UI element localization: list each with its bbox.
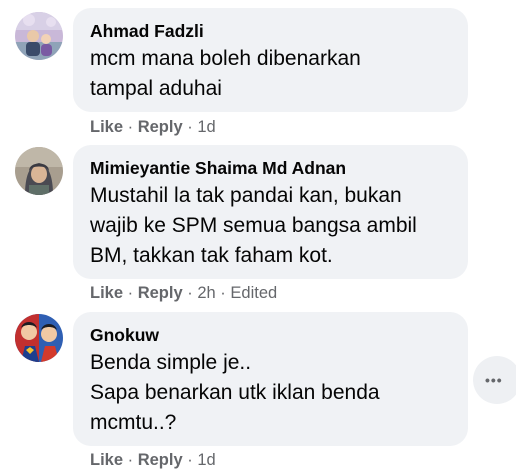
- edited-label[interactable]: Edited: [230, 284, 277, 302]
- more-horizontal-icon: •••: [485, 372, 503, 388]
- comment-text: mcm mana boleh dibenarkan tampal aduhai: [90, 47, 361, 100]
- like-button[interactable]: Like: [90, 451, 123, 469]
- comment-author-name[interactable]: Gnokuw: [90, 324, 452, 346]
- comment-bubble: Gnokuw Benda simple je.. Sapa benarkan u…: [73, 312, 468, 446]
- reply-button[interactable]: Reply: [138, 118, 183, 136]
- like-button[interactable]: Like: [90, 118, 123, 136]
- separator: ·: [187, 118, 198, 136]
- comment-actions: Like · Reply · 1d: [90, 117, 216, 137]
- comment-bubble: Mimieyantie Shaima Md Adnan Mustahil la …: [73, 145, 468, 279]
- separator: ·: [127, 118, 138, 136]
- like-button[interactable]: Like: [90, 284, 123, 302]
- comment-timestamp[interactable]: 1d: [197, 451, 215, 469]
- separator: ·: [127, 284, 138, 302]
- avatar-ahmad-fadzli[interactable]: [15, 12, 63, 60]
- separator: ·: [187, 451, 198, 469]
- comment-timestamp[interactable]: 1d: [197, 118, 215, 136]
- reply-button[interactable]: Reply: [138, 284, 183, 302]
- comment-actions: Like · Reply · 2h · Edited: [90, 283, 277, 303]
- comment-author-name[interactable]: Mimieyantie Shaima Md Adnan: [90, 157, 452, 179]
- more-options-button[interactable]: •••: [473, 356, 516, 404]
- avatar-gnokuw[interactable]: [15, 314, 63, 362]
- avatar-mimieyantie[interactable]: [15, 147, 63, 195]
- comment-author-name[interactable]: Ahmad Fadzli: [90, 20, 452, 42]
- comment-actions: Like · Reply · 1d: [90, 450, 216, 470]
- separator: ·: [127, 451, 138, 469]
- reply-button[interactable]: Reply: [138, 451, 183, 469]
- comment-text: Benda simple je.. Sapa benarkan utk ikla…: [90, 351, 380, 434]
- comment-bubble: Ahmad Fadzli mcm mana boleh dibenarkan t…: [73, 8, 468, 112]
- comment-timestamp[interactable]: 2h: [197, 284, 215, 302]
- separator: ·: [220, 284, 231, 302]
- comment-text: Mustahil la tak pandai kan, bukan wajib …: [90, 184, 417, 267]
- separator: ·: [187, 284, 198, 302]
